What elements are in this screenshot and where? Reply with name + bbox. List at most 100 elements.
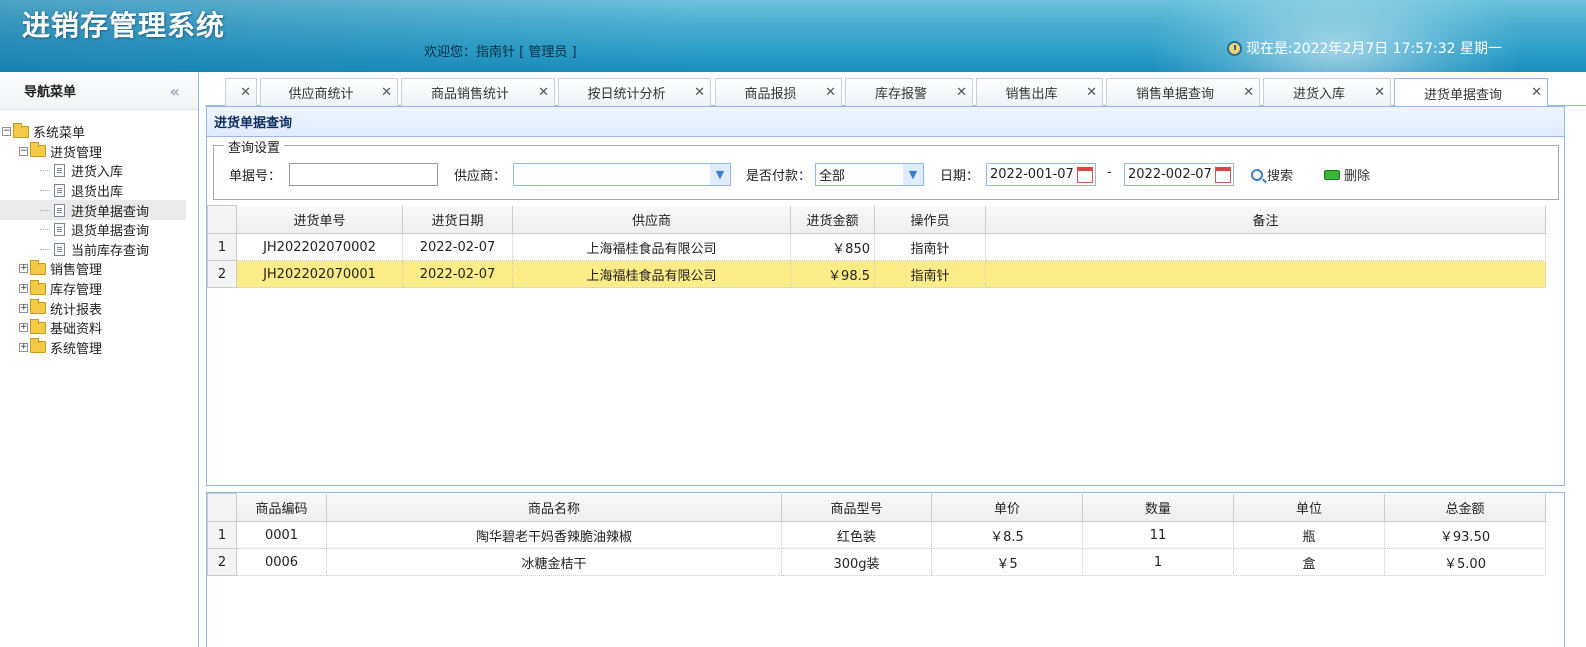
column-header[interactable]: 单价 [931,493,1083,522]
bill-no-label: 单据号： [229,169,282,184]
tree-item-return-out[interactable]: 退货出库 [0,181,198,201]
unit-cell: 瓶 [1233,521,1385,549]
tree-group-basic-data[interactable]: + 基础资料 [0,318,198,338]
note-cell [985,233,1546,261]
table-row[interactable]: 2 0006 冰糖金桔干 300g装 ￥5 1 盒 ￥5.00 [207,548,1546,576]
supplier-select[interactable]: ▼ [513,163,731,186]
tree-item-purchase-in[interactable]: 进货入库 [0,161,198,181]
nav-sidebar: 导航菜单 « − 系统菜单 − 进货管理 进货入库 退货出库 进货单据查询 退货… [0,72,199,647]
tree-group-label: 系统管理 [50,341,103,357]
nav-header: 导航菜单 « [0,72,198,110]
delete-button[interactable]: 删除 [1324,165,1370,184]
tab-sales-query[interactable]: 销售单据查询 ✕ [1106,78,1260,106]
tab-stock-alarm[interactable]: 库存报警 ✕ [845,78,973,106]
price-cell: ￥5 [931,548,1083,576]
tree-group-label: 库存管理 [50,283,103,299]
tree-group-label: 销售管理 [50,263,103,279]
close-icon[interactable]: ✕ [381,85,392,100]
tab-label: 库存报警 [874,87,927,102]
column-header[interactable]: 进货金额 [790,205,875,234]
operator-cell: 指南针 [874,260,986,288]
tab-daily-analysis[interactable]: 按日统计分析 ✕ [558,78,711,106]
bill-no-input[interactable] [289,163,438,186]
tree-root[interactable]: − 系统菜单 [0,122,198,142]
paid-select[interactable]: 全部 ▼ [815,163,924,186]
collapse-toggle-icon[interactable]: − [19,146,28,156]
close-icon[interactable]: ✕ [1374,85,1385,100]
qty-cell: 1 [1082,548,1234,576]
tab-supplier-stats[interactable]: 供应商统计 ✕ [260,78,398,106]
calendar-icon[interactable] [1077,167,1093,183]
column-header[interactable]: 总金额 [1384,493,1546,522]
document-icon [54,242,65,256]
date-from-input[interactable]: 2022-001-07 [986,163,1096,186]
tab-sales-out[interactable]: 销售出库 ✕ [976,78,1103,106]
folder-icon [30,318,46,334]
expand-toggle-icon[interactable]: + [19,342,28,352]
column-header[interactable]: 单位 [1233,493,1385,522]
total-cell: ￥93.50 [1384,521,1546,549]
close-icon[interactable]: ✕ [1086,85,1097,100]
table-row[interactable]: 1 JH202202070002 2022-02-07 上海福桂食品有限公司 ￥… [207,233,1546,261]
close-icon[interactable]: ✕ [538,85,549,100]
amount-cell: ￥850 [790,233,875,261]
column-header[interactable]: 进货日期 [402,205,513,234]
tree-group-sales[interactable]: + 销售管理 [0,259,198,279]
expand-toggle-icon[interactable]: + [19,264,28,274]
model-cell: 300g装 [781,548,932,576]
column-header[interactable]: 操作员 [874,205,986,234]
operator-cell: 指南针 [874,233,986,261]
expand-toggle-icon[interactable]: + [19,323,28,333]
clock-text: 现在是:2022年2月7日 17:57:32 星期一 [1246,41,1502,57]
bill-detail-grid: 商品编码 商品名称 商品型号 单价 数量 单位 总金额 1 0001 陶华碧老干… [207,493,1546,576]
column-header[interactable]: 数量 [1082,493,1234,522]
tab-label: 进货单据查询 [1423,87,1502,103]
calendar-icon[interactable] [1215,167,1231,183]
close-icon[interactable]: ✕ [240,85,251,100]
supplier-cell: 上海福桂食品有限公司 [512,233,791,261]
tree-item-purchase-query[interactable]: 进货单据查询 [0,200,186,220]
tab-0[interactable]: ✕ [225,78,257,106]
tree-item-label: 当前库存查询 [71,243,150,259]
close-icon[interactable]: ✕ [1243,85,1254,100]
table-row[interactable]: 1 0001 陶华碧老干妈香辣脆油辣椒 红色装 ￥8.5 11 瓶 ￥93.50 [207,521,1546,549]
tab-purchase-query[interactable]: 进货单据查询 ✕ [1394,78,1548,107]
chevron-down-icon[interactable]: ▼ [903,164,923,185]
table-row-selected[interactable]: 2 JH202202070001 2022-02-07 上海福桂食品有限公司 ￥… [207,260,1546,288]
tree-group-purchase[interactable]: − 进货管理 [0,142,198,162]
purchase-query-panel: 进货单据查询 查询设置 单据号： 供应商： ▼ 是否付款： 全部 ▼ 日期： 2… [206,106,1565,486]
expand-toggle-icon[interactable]: + [19,303,28,313]
tab-purchase-in[interactable]: 进货入库 ✕ [1263,78,1391,106]
folder-icon [30,338,46,354]
search-button[interactable]: 搜索 [1251,165,1293,184]
welcome-text: 欢迎您：指南针 [ 管理员 ] [424,45,577,60]
tab-product-damage[interactable]: 商品报损 ✕ [715,78,842,106]
chevron-down-icon[interactable]: ▼ [710,164,730,185]
column-header[interactable]: 供应商 [512,205,791,234]
tree-group-system[interactable]: + 系统管理 [0,338,198,358]
column-header[interactable]: 备注 [985,205,1546,234]
close-icon[interactable]: ✕ [1531,85,1542,100]
tree-item-stock-query[interactable]: 当前库存查询 [0,240,198,260]
column-header[interactable]: 商品型号 [781,493,932,522]
close-icon[interactable]: ✕ [956,85,967,100]
close-icon[interactable]: ✕ [825,85,836,100]
column-header[interactable]: 商品编码 [236,493,327,522]
bill-no-cell: JH202202070001 [236,260,403,288]
tree-group-reports[interactable]: + 统计报表 [0,298,198,318]
date-to-input[interactable]: 2022-002-07 [1124,163,1234,186]
tree-item-return-query[interactable]: 退货单据查询 [0,220,198,240]
document-icon [54,184,65,198]
tab-label: 供应商统计 [288,87,354,102]
collapse-toggle-icon[interactable]: − [2,127,11,137]
column-header[interactable]: 进货单号 [236,205,403,234]
folder-icon [30,259,46,275]
tab-product-sales-stats[interactable]: 商品销售统计 ✕ [401,78,555,106]
date-label: 日期： [940,169,980,184]
expand-toggle-icon[interactable]: + [19,284,28,294]
close-icon[interactable]: ✕ [694,85,705,100]
collapse-icon[interactable]: « [170,82,180,101]
nav-tree: − 系统菜单 − 进货管理 进货入库 退货出库 进货单据查询 退货单据查询 当前… [0,110,198,357]
tree-group-inventory[interactable]: + 库存管理 [0,279,198,299]
column-header[interactable]: 商品名称 [326,493,782,522]
